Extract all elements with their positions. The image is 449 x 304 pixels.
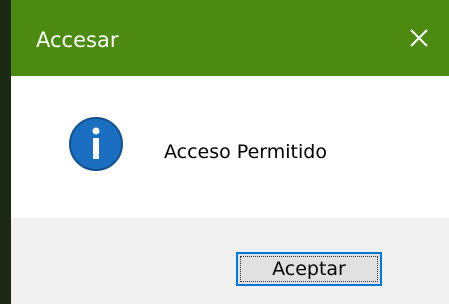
info-icon bbox=[68, 116, 124, 172]
window-edge bbox=[0, 0, 11, 304]
dialog-title: Accesar bbox=[36, 28, 119, 52]
dialog-content: Acceso Permitido bbox=[11, 76, 449, 218]
accept-button[interactable]: Aceptar bbox=[236, 252, 382, 286]
dialog-message: Acceso Permitido bbox=[164, 141, 327, 163]
dialog-window: Accesar Acceso Permitido Aceptar bbox=[0, 0, 449, 304]
close-icon bbox=[409, 28, 429, 48]
title-bar[interactable]: Accesar bbox=[11, 0, 449, 76]
close-button[interactable] bbox=[389, 0, 449, 76]
dialog-footer: Aceptar bbox=[11, 218, 449, 304]
accept-button-label: Aceptar bbox=[272, 258, 346, 280]
